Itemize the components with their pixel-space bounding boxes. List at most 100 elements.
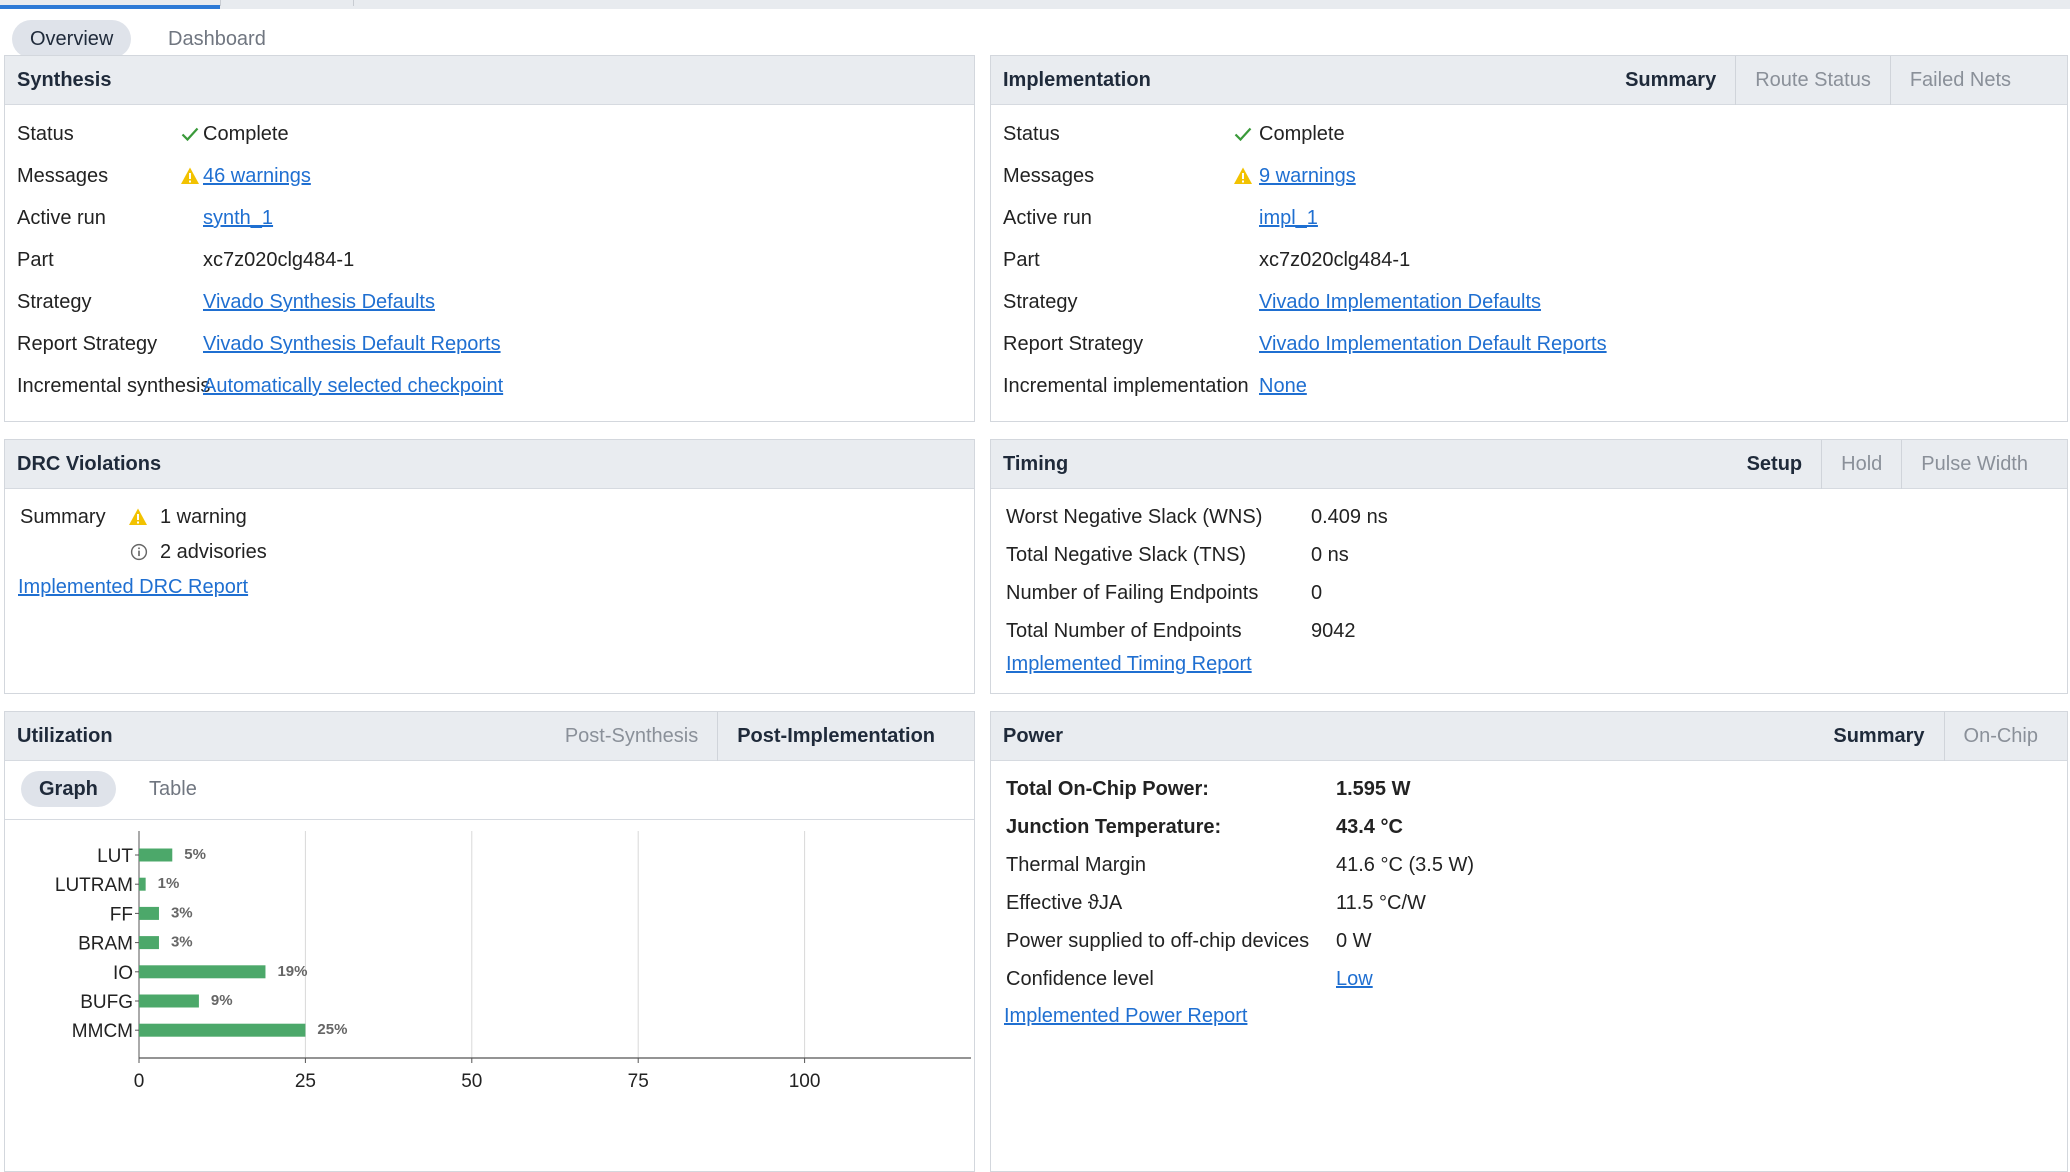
synthesis-row: Status Complete	[5, 120, 905, 148]
subtab-table[interactable]: Table	[131, 771, 215, 807]
power-label: Confidence level	[1006, 968, 1154, 990]
category-label: BUFG	[80, 992, 133, 1013]
power-panel: Power Summary On-Chip Total On-Chip Powe…	[990, 711, 2068, 1172]
data-label: 25%	[317, 1021, 347, 1038]
utilization-header: Utilization Post-Synthesis Post-Implemen…	[5, 712, 974, 761]
implementation-value: xc7z020clg484-1	[1259, 249, 1411, 271]
power-report-link[interactable]: Implemented Power Report	[1004, 1002, 1247, 1030]
drc-warning-count[interactable]: 1 warning	[160, 503, 247, 531]
category-label: LUT	[97, 846, 133, 867]
tab-timing-setup[interactable]: Setup	[1728, 440, 1822, 489]
top-bar	[0, 0, 2070, 9]
divider	[220, 0, 221, 6]
category-label: MMCM	[72, 1021, 133, 1042]
category-label: FF	[110, 904, 133, 925]
tab-dashboard[interactable]: Dashboard	[150, 20, 284, 58]
utilization-title: Utilization	[17, 725, 113, 747]
synthesis-panel: Synthesis Status Complete Messages 46 warni…	[4, 55, 975, 422]
timing-header: Timing Setup Hold Pulse Width	[991, 440, 2067, 489]
utilization-panel: Utilization Post-Synthesis Post-Implemen…	[4, 711, 975, 1172]
subtab-graph[interactable]: Graph	[21, 771, 116, 807]
utilization-subtabs: Graph Table	[5, 762, 974, 820]
tab-timing-hold[interactable]: Hold	[1821, 440, 1901, 489]
timing-tabs: Setup Hold Pulse Width	[1728, 440, 2047, 489]
drc-report-link[interactable]: Implemented DRC Report	[18, 573, 248, 601]
tab-post-implementation[interactable]: Post-Implementation	[717, 712, 954, 761]
power-value: 43.4 °C	[1336, 816, 1403, 838]
power-row: Power supplied to off-chip devices 0 W	[991, 927, 1891, 955]
implementation-value[interactable]: Vivado Implementation Default Reports	[1259, 330, 1607, 358]
implementation-value[interactable]: Vivado Implementation Defaults	[1259, 288, 1541, 316]
implementation-label: Status	[1003, 123, 1060, 145]
synthesis-label: Strategy	[17, 291, 92, 313]
warning-icon	[129, 508, 147, 525]
timing-label: Total Negative Slack (TNS)	[1006, 544, 1247, 566]
implementation-label: Active run	[1003, 207, 1092, 229]
bar	[139, 877, 146, 891]
drc-advisory-count[interactable]: 2 advisories	[160, 538, 267, 566]
implementation-row: Report Strategy Vivado Implementation Def…	[991, 330, 1891, 358]
timing-title: Timing	[1003, 453, 1069, 475]
implementation-value[interactable]: None	[1259, 372, 1307, 400]
synthesis-value[interactable]: synth_1	[203, 204, 273, 232]
timing-label: Total Number of Endpoints	[1006, 620, 1242, 642]
power-row: Thermal Margin 41.6 °C (3.5 W)	[991, 851, 1891, 879]
synthesis-row: Report Strategy Vivado Synthesis Default …	[5, 330, 905, 358]
tab-impl-summary[interactable]: Summary	[1606, 56, 1735, 105]
check-icon	[181, 127, 199, 142]
category-label: IO	[113, 963, 133, 984]
tab-impl-failed-nets[interactable]: Failed Nets	[1889, 56, 2030, 105]
synthesis-value[interactable]: Automatically selected checkpoint	[203, 372, 503, 400]
tab-post-synthesis[interactable]: Post-Synthesis	[546, 712, 717, 761]
utilization-chart: 0 25 50 75 100 LUT 5% LUTRAM 1% FF 3% BRAM 3% IO 19% BU…	[5, 821, 974, 1128]
synthesis-label: Status	[17, 123, 74, 145]
timing-row: Worst Negative Slack (WNS) 0.409 ns	[991, 503, 1891, 531]
implementation-row: Active run impl_1	[991, 204, 1891, 232]
x-tick-label: 25	[295, 1071, 316, 1092]
drc-advisory-row: 2 advisories	[20, 538, 520, 566]
implementation-row: Messages 9 warnings	[991, 162, 1891, 190]
utilization-chart-svg: 0 25 50 75 100 LUT 5% LUTRAM 1% FF 3% BRAM 3% IO 19% BU…	[55, 831, 971, 1128]
power-label: Effective ϑJA	[1006, 892, 1123, 914]
timing-label: Number of Failing Endpoints	[1006, 582, 1259, 604]
x-tick-label: 75	[628, 1071, 649, 1092]
synthesis-title: Synthesis	[17, 69, 112, 91]
power-title: Power	[1003, 725, 1064, 747]
check-icon	[1234, 127, 1252, 142]
bar	[139, 848, 173, 862]
timing-value: 0 ns	[1311, 544, 1349, 566]
tab-power-on-chip[interactable]: On-Chip	[1943, 712, 2057, 761]
power-value: 11.5 °C/W	[1336, 892, 1426, 914]
x-tick-label: 100	[789, 1071, 821, 1092]
tab-overview[interactable]: Overview	[12, 20, 132, 58]
drc-panel: DRC Violations Summary 1 warning 2 advis…	[4, 439, 975, 694]
timing-label: Worst Negative Slack (WNS)	[1006, 506, 1263, 528]
synthesis-header: Synthesis	[5, 56, 974, 105]
implementation-row: Incremental implementation None	[991, 372, 1891, 400]
synthesis-label: Report Strategy	[17, 333, 158, 355]
bar	[139, 965, 266, 979]
synthesis-value[interactable]: Vivado Synthesis Defaults	[203, 288, 435, 316]
synthesis-value: xc7z020clg484-1	[203, 249, 355, 271]
power-value: 1.595 W	[1336, 778, 1411, 800]
power-label: Junction Temperature:	[1006, 816, 1222, 838]
data-label: 19%	[277, 963, 307, 980]
synthesis-value[interactable]: 46 warnings	[203, 162, 311, 190]
tab-power-summary[interactable]: Summary	[1814, 712, 1943, 761]
drc-summary-label: Summary	[20, 506, 106, 528]
power-value[interactable]: Low	[1336, 965, 1373, 993]
tab-timing-pulse-width[interactable]: Pulse Width	[1901, 440, 2047, 489]
implementation-row: Part xc7z020clg484-1	[991, 246, 1891, 274]
drc-summary-row: Summary 1 warning	[20, 503, 520, 531]
drc-title: DRC Violations	[17, 453, 162, 475]
data-label: 5%	[184, 846, 206, 863]
timing-report-link[interactable]: Implemented Timing Report	[1006, 650, 1252, 678]
power-row: Effective ϑJA 11.5 °C/W	[991, 889, 1891, 917]
implementation-title: Implementation	[1003, 69, 1151, 91]
implementation-value[interactable]: 9 warnings	[1259, 162, 1356, 190]
tab-impl-route-status[interactable]: Route Status	[1735, 56, 1890, 105]
synthesis-value[interactable]: Vivado Synthesis Default Reports	[203, 330, 501, 358]
synthesis-row: Part xc7z020clg484-1	[5, 246, 905, 274]
synthesis-row: Strategy Vivado Synthesis Defaults	[5, 288, 905, 316]
implementation-value[interactable]: impl_1	[1259, 204, 1318, 232]
